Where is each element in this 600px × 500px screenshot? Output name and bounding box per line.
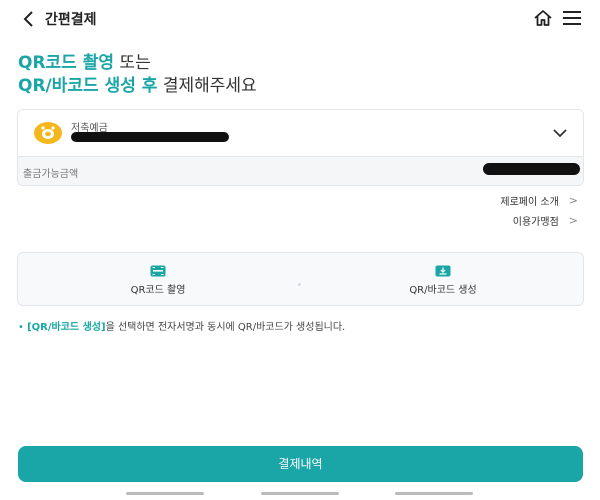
note-text: 을 선택하면 전자서명과 동시에 QR/바코드가 생성됩니다. <box>105 322 346 333</box>
zeropay-intro-label: 제로페이 소개 <box>500 197 559 208</box>
qr-scan-label: QR코드 촬영 <box>130 285 186 296</box>
zeropay-intro-link[interactable]: 제로페이 소개 > <box>500 193 578 208</box>
merchants-link[interactable]: 이용가맹점 > <box>513 213 578 228</box>
info-note: • [QR/바코드 생성]을 선택하면 전자서명과 동시에 QR/바코드가 생성… <box>18 318 345 333</box>
merchants-label: 이용가맹점 <box>512 217 559 228</box>
hamburger-menu-icon[interactable] <box>563 10 581 26</box>
chevron-down-icon[interactable] <box>553 128 567 138</box>
options-divider <box>298 283 301 286</box>
instruction-line2-rest: 결제해주세요 <box>157 76 257 96</box>
instruction-line1-rest: 또는 <box>114 53 151 73</box>
nav-indicator-right <box>395 492 473 495</box>
available-balance-redacted <box>483 163 580 175</box>
app-header: 간편결제 <box>0 0 600 38</box>
qr-generate-icon <box>435 265 451 277</box>
qr-generate-label: QR/바코드 생성 <box>409 285 477 296</box>
available-balance-label: 출금가능금액 <box>23 169 79 180</box>
back-arrow-icon[interactable] <box>20 9 38 29</box>
account-selector[interactable]: 저축예금 <box>18 110 583 156</box>
home-icon[interactable] <box>533 8 553 28</box>
qr-generate-button[interactable]: QR/바코드 생성 <box>303 253 583 305</box>
chevron-right-icon: > <box>568 194 578 207</box>
account-number-redacted <box>71 132 229 142</box>
instruction-line1-accent: QR코드 촬영 <box>18 53 115 73</box>
note-bullet: • <box>18 322 24 333</box>
available-balance-row: 출금가능금액 <box>18 156 583 185</box>
qr-scan-button[interactable]: QR코드 촬영 <box>18 253 298 305</box>
instruction-line2-accent: QR/바코드 생성 후 <box>18 76 158 96</box>
nav-indicator-left <box>126 492 204 495</box>
note-highlight: [QR/바코드 생성] <box>27 322 106 333</box>
payment-instruction: QR코드 촬영 또는 QR/바코드 생성 후 결제해주세요 <box>18 52 257 98</box>
chevron-right-icon: > <box>568 214 578 227</box>
account-card: 저축예금 출금가능금액 <box>17 109 584 186</box>
piggy-coin-icon <box>34 122 62 144</box>
payment-options: QR코드 촬영 QR/바코드 생성 <box>17 252 584 306</box>
qr-scan-icon <box>150 265 166 277</box>
payment-history-button[interactable]: 결제내역 <box>18 446 583 482</box>
page-title: 간편결제 <box>45 12 97 28</box>
nav-indicator-center <box>261 492 339 495</box>
